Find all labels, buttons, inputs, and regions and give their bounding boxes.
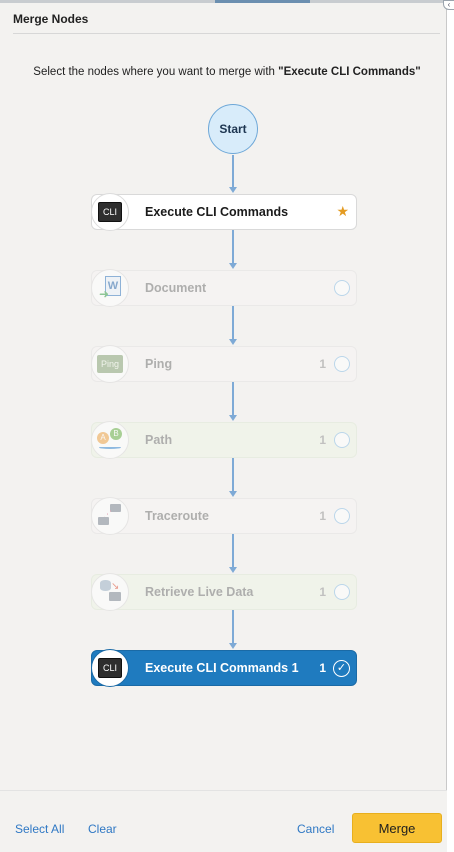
- flow-node-traceroute: ⋰ Traceroute 1: [91, 497, 357, 535]
- node-icon-holder: ⋰: [91, 497, 129, 535]
- node-label: Document: [145, 281, 207, 295]
- connector: [232, 155, 234, 188]
- node-icon-holder: AB: [91, 421, 129, 459]
- node-count: 1: [319, 661, 326, 675]
- node-label: Traceroute: [145, 509, 209, 523]
- traceroute-icon: ⋰: [97, 504, 123, 528]
- connector: [232, 230, 234, 263]
- merge-button[interactable]: Merge: [352, 813, 442, 843]
- node-icon-holder: Ping: [91, 345, 129, 383]
- node-icon-holder: CLI: [91, 649, 129, 687]
- node-count: 1: [319, 509, 326, 523]
- node-label: Execute CLI Commands: [145, 205, 289, 219]
- node-select-radio: [334, 508, 350, 524]
- flow-node-retrieve-live-data: ↘ Retrieve Live Data 1: [91, 573, 357, 611]
- cli-icon: CLI: [98, 202, 122, 222]
- dialog-footer: Select All Clear Cancel Merge: [0, 790, 447, 852]
- node-select-radio: [334, 356, 350, 372]
- start-node: Start: [208, 104, 258, 154]
- node-label: Ping: [145, 357, 173, 371]
- connector: [232, 458, 234, 491]
- node-count: 1: [319, 433, 326, 447]
- node-count: 1: [319, 585, 326, 599]
- star-icon: ★: [336, 203, 349, 219]
- node-select-radio: [334, 280, 350, 296]
- ping-icon: Ping: [97, 355, 123, 373]
- node-label: Retrieve Live Data: [145, 585, 254, 599]
- flow-node-execute-cli-commands: CLI Execute CLI Commands ★: [91, 193, 357, 231]
- select-all-link[interactable]: Select All: [15, 822, 64, 836]
- flow-node-ping: Ping Ping 1: [91, 345, 357, 383]
- flow-node-execute-cli-commands-1[interactable]: CLI Execute CLI Commands 1 1 ✓: [91, 649, 357, 687]
- flow-diagram: Start CLI Execute CLI Commands ★ W ➜ Doc…: [0, 0, 454, 760]
- live-data-icon: ↘: [97, 580, 123, 604]
- connector-arrow: [229, 567, 237, 573]
- node-select-radio: [334, 584, 350, 600]
- connector: [232, 306, 234, 339]
- connector-arrow: [229, 187, 237, 193]
- clear-link[interactable]: Clear: [88, 822, 117, 836]
- cli-icon: CLI: [98, 658, 122, 678]
- node-icon-holder: W ➜: [91, 269, 129, 307]
- connector: [232, 610, 234, 643]
- node-icon-holder: ↘: [91, 573, 129, 611]
- word-document-icon: W ➜: [99, 276, 121, 300]
- flow-node-path: AB Path 1: [91, 421, 357, 459]
- flow-node-document: W ➜ Document: [91, 269, 357, 307]
- node-select-radio: [334, 432, 350, 448]
- connector: [232, 382, 234, 415]
- node-label: Path: [145, 433, 173, 447]
- node-icon-holder: CLI: [91, 193, 129, 231]
- connector-arrow: [229, 643, 237, 649]
- connector-arrow: [229, 491, 237, 497]
- check-icon[interactable]: ✓: [333, 660, 350, 677]
- connector-arrow: [229, 263, 237, 269]
- connector-arrow: [229, 415, 237, 421]
- cancel-link[interactable]: Cancel: [297, 822, 334, 836]
- connector: [232, 534, 234, 567]
- node-label: Execute CLI Commands 1: [145, 661, 299, 675]
- path-icon: AB: [97, 428, 123, 452]
- node-count: 1: [319, 357, 326, 371]
- connector-arrow: [229, 339, 237, 345]
